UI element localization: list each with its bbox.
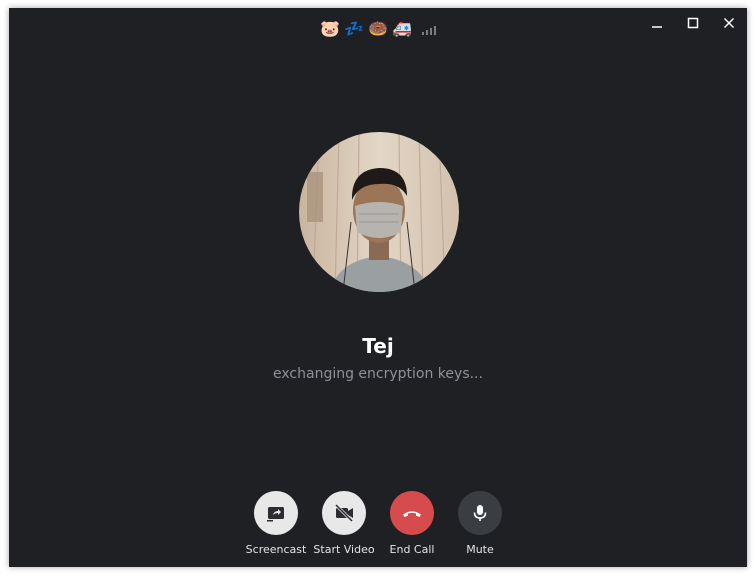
contact-avatar bbox=[299, 132, 459, 292]
signal-strength-icon bbox=[422, 25, 436, 35]
screencast-button[interactable] bbox=[254, 491, 298, 535]
minimize-button[interactable] bbox=[642, 12, 672, 34]
maximize-icon bbox=[687, 17, 699, 29]
microphone-icon bbox=[473, 505, 487, 521]
video-off-icon bbox=[334, 503, 354, 523]
zzz-emoji-icon: 💤 bbox=[344, 19, 364, 38]
minimize-icon bbox=[652, 26, 662, 28]
mute-control: Mute bbox=[435, 491, 525, 556]
encryption-emoji-key[interactable]: 🐷 💤 🍩 🚑 bbox=[320, 19, 412, 39]
call-status: exchanging encryption keys... bbox=[273, 366, 483, 382]
end-call-icon bbox=[403, 511, 421, 517]
contact-name: Tej bbox=[362, 334, 394, 358]
start-video-button[interactable] bbox=[322, 491, 366, 535]
end-call-button[interactable] bbox=[390, 491, 434, 535]
call-window: 🐷 💤 🍩 🚑 Tej exchanging encryption keys..… bbox=[9, 8, 747, 567]
mute-label: Mute bbox=[466, 543, 494, 556]
donut-emoji-icon: 🍩 bbox=[368, 19, 388, 38]
screencast-icon bbox=[267, 507, 284, 522]
close-button[interactable] bbox=[714, 12, 744, 34]
ambulance-emoji-icon: 🚑 bbox=[392, 19, 412, 38]
close-icon bbox=[723, 17, 735, 29]
mute-button[interactable] bbox=[458, 491, 502, 535]
maximize-button[interactable] bbox=[678, 12, 708, 34]
pig-emoji-icon: 🐷 bbox=[320, 19, 340, 38]
